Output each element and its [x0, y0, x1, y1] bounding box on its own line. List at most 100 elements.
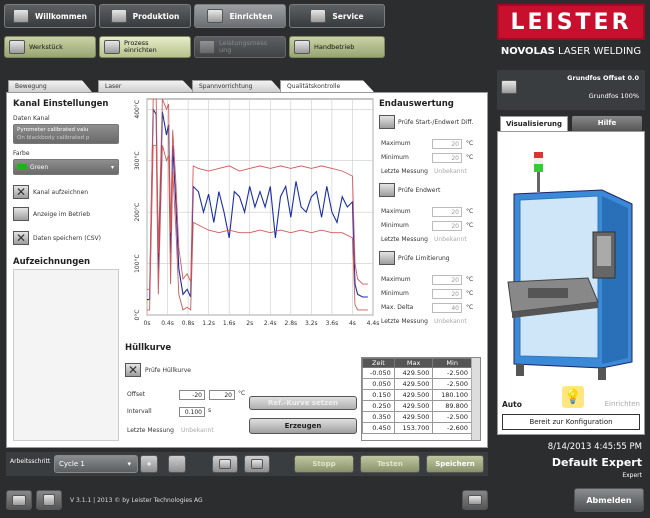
gears-icon: [207, 9, 224, 23]
daten-kanal-select[interactable]: Pyrometer calibrated valu On blackbody c…: [13, 124, 119, 144]
x-tick-label: 0.4s: [161, 320, 174, 327]
tab-spannvorrichtung[interactable]: Spannvorrichtung: [192, 80, 282, 92]
document-button[interactable]: [36, 490, 62, 510]
visualisierung-panel: Auto 💡 Einrichten Bereit zur Konfigurati…: [497, 131, 645, 435]
process-icon: [104, 40, 120, 54]
nav-einrichten[interactable]: Einrichten: [194, 4, 286, 28]
daten-speichern-row[interactable]: Daten speichern (CSV): [13, 231, 101, 245]
huellkurve-table[interactable]: Zeit Max Min -0.050 429.500 -2.500 0.050 429…: [361, 357, 481, 441]
product-name: NOVOLAS LASER WELDING: [500, 46, 642, 57]
nav-service[interactable]: Service: [289, 4, 385, 28]
daten-speichern-checkbox[interactable]: [13, 231, 29, 245]
bottom-bar: Arbeitsschritt Cycle 1 ▾ + - Stopp Testen…: [6, 452, 488, 476]
endwert-checkbox[interactable]: [379, 183, 395, 197]
cell-min: 180.100: [432, 389, 472, 401]
add-step-button[interactable]: +: [140, 455, 158, 473]
cell-max: 429.500: [393, 389, 434, 401]
x-tick-label: 2.8s: [284, 320, 297, 327]
farbe-select[interactable]: Green ▾: [13, 159, 119, 175]
maxdelta-input[interactable]: 40: [432, 303, 462, 313]
tab-hilfe[interactable]: Hilfe: [572, 116, 642, 131]
measure-icon: [199, 40, 215, 54]
job-info: Grundfos Offset 0.0 Grundfos 100%: [497, 70, 645, 110]
y-tick-label: 200°C: [134, 203, 141, 222]
remove-step-button[interactable]: -: [168, 455, 186, 473]
huellkurve-checkbox[interactable]: [125, 363, 141, 377]
table-row[interactable]: 0.350 429.500 -2.500: [362, 411, 472, 423]
offset-max-input[interactable]: 20: [209, 390, 235, 400]
max3-input[interactable]: 20: [432, 275, 462, 285]
cell-zeit: 0.450: [362, 422, 395, 434]
col-zeit: Zeit: [362, 358, 395, 368]
mode-auto-label: Auto: [502, 400, 522, 409]
main-panel: Kanal Einstellungen Daten Kanal Pyromete…: [6, 92, 488, 448]
nav-willkommen[interactable]: Willkommen: [4, 4, 96, 28]
table-scrollbar[interactable]: [471, 358, 480, 440]
table-row[interactable]: 0.150 429.500 180.100: [362, 389, 472, 401]
anzeige-im-betrieb-checkbox[interactable]: [13, 207, 29, 221]
anzeige-im-betrieb-row[interactable]: Anzeige im Betrieb: [13, 207, 90, 221]
speichern-button[interactable]: Speichern: [426, 455, 484, 473]
chat-button[interactable]: [6, 490, 32, 510]
table-row[interactable]: 0.050 429.500 -2.500: [362, 378, 472, 390]
subnav-werkstueck[interactable]: Werkstück: [4, 36, 96, 58]
min1-input[interactable]: 20: [432, 153, 462, 163]
max1-label: Maximum: [381, 140, 411, 147]
y-tick-label: 0°C: [134, 309, 141, 320]
huellkurve-row[interactable]: Prüfe Hüllkurve: [125, 363, 191, 377]
farbe-label: Farbe: [13, 150, 30, 157]
table-row[interactable]: -0.050 429.500 -2.500: [362, 367, 472, 379]
testen-button[interactable]: Testen: [360, 455, 420, 473]
min1-unit: °C: [466, 154, 474, 161]
tab-bewegung[interactable]: Bewegung: [8, 80, 92, 92]
intervall-input[interactable]: 0.100: [179, 407, 205, 417]
ref-kurve-button[interactable]: Ref.-Kurve setzen: [249, 396, 357, 410]
start-endwert-row[interactable]: Prüfe Start-/Endwert Diff.: [379, 115, 473, 129]
kanal-aufzeichnen-checkbox[interactable]: [13, 185, 29, 199]
folder-button[interactable]: [462, 490, 488, 510]
machine-illustration: [507, 152, 633, 380]
min1-label: Minimum: [381, 154, 409, 161]
max2-input[interactable]: 20: [432, 207, 462, 217]
start-endwert-checkbox[interactable]: [379, 115, 395, 129]
endwert-row[interactable]: Prüfe Endwert: [379, 183, 440, 197]
aufzeichnungen-list[interactable]: [13, 269, 119, 441]
settings-step-button[interactable]: [244, 455, 270, 473]
x-tick-label: 2.4s: [264, 320, 277, 327]
tab-visualisierung[interactable]: Visualisierung: [500, 116, 568, 131]
abmelden-button[interactable]: Abmelden: [574, 488, 644, 512]
x-tick-label: 4s: [349, 320, 356, 327]
min2-input[interactable]: 20: [432, 221, 462, 231]
stopp-button[interactable]: Stopp: [294, 455, 354, 473]
y-tick-label: 400°C: [134, 100, 141, 119]
cycle-select[interactable]: Cycle 1 ▾: [54, 455, 138, 473]
cell-zeit: 0.250: [362, 400, 395, 412]
erzeugen-button[interactable]: Erzeugen: [249, 418, 357, 434]
max3-unit: °C: [466, 276, 474, 283]
table-row[interactable]: 0.250 429.500 89.800: [362, 400, 472, 412]
table-row[interactable]: 0.450 153.700 -2.600: [362, 422, 472, 434]
datetime: 8/14/2013 4:45:55 PM: [547, 442, 642, 452]
huellkurve-title: Hüllkurve: [125, 343, 172, 353]
kanal-aufzeichnen-row[interactable]: Kanal aufzeichnen: [13, 185, 88, 199]
x-tick-label: 1.2s: [202, 320, 215, 327]
cell-zeit: 0.350: [362, 411, 395, 423]
tab-laser[interactable]: Laser: [98, 80, 194, 92]
tab-qualitaetskontrolle[interactable]: Qualitätskontrolle: [280, 80, 374, 92]
hk-letzte-value: Unbekannt: [181, 427, 214, 434]
limitierung-row[interactable]: Prüfe Limitierung: [379, 251, 450, 265]
nav-produktion[interactable]: Produktion: [99, 4, 191, 28]
subnav-handbetrieb[interactable]: Handbetrieb: [289, 36, 385, 58]
max2-unit: °C: [466, 208, 474, 215]
offset-unit: °C: [238, 390, 246, 397]
x-tick-label: 0s: [144, 320, 151, 327]
limitierung-checkbox[interactable]: [379, 251, 395, 265]
max1-input[interactable]: 20: [432, 139, 462, 149]
copy-step-button[interactable]: [212, 455, 238, 473]
min3-input[interactable]: 20: [432, 289, 462, 299]
offset-min-input[interactable]: -20: [179, 390, 205, 400]
x-tick-label: 3.6s: [326, 320, 339, 327]
subnav-prozess-einrichten[interactable]: Prozess einrichten: [99, 36, 191, 58]
cell-zeit: 0.050: [362, 378, 395, 390]
letzte1-label: Letzte Messung: [381, 168, 428, 175]
